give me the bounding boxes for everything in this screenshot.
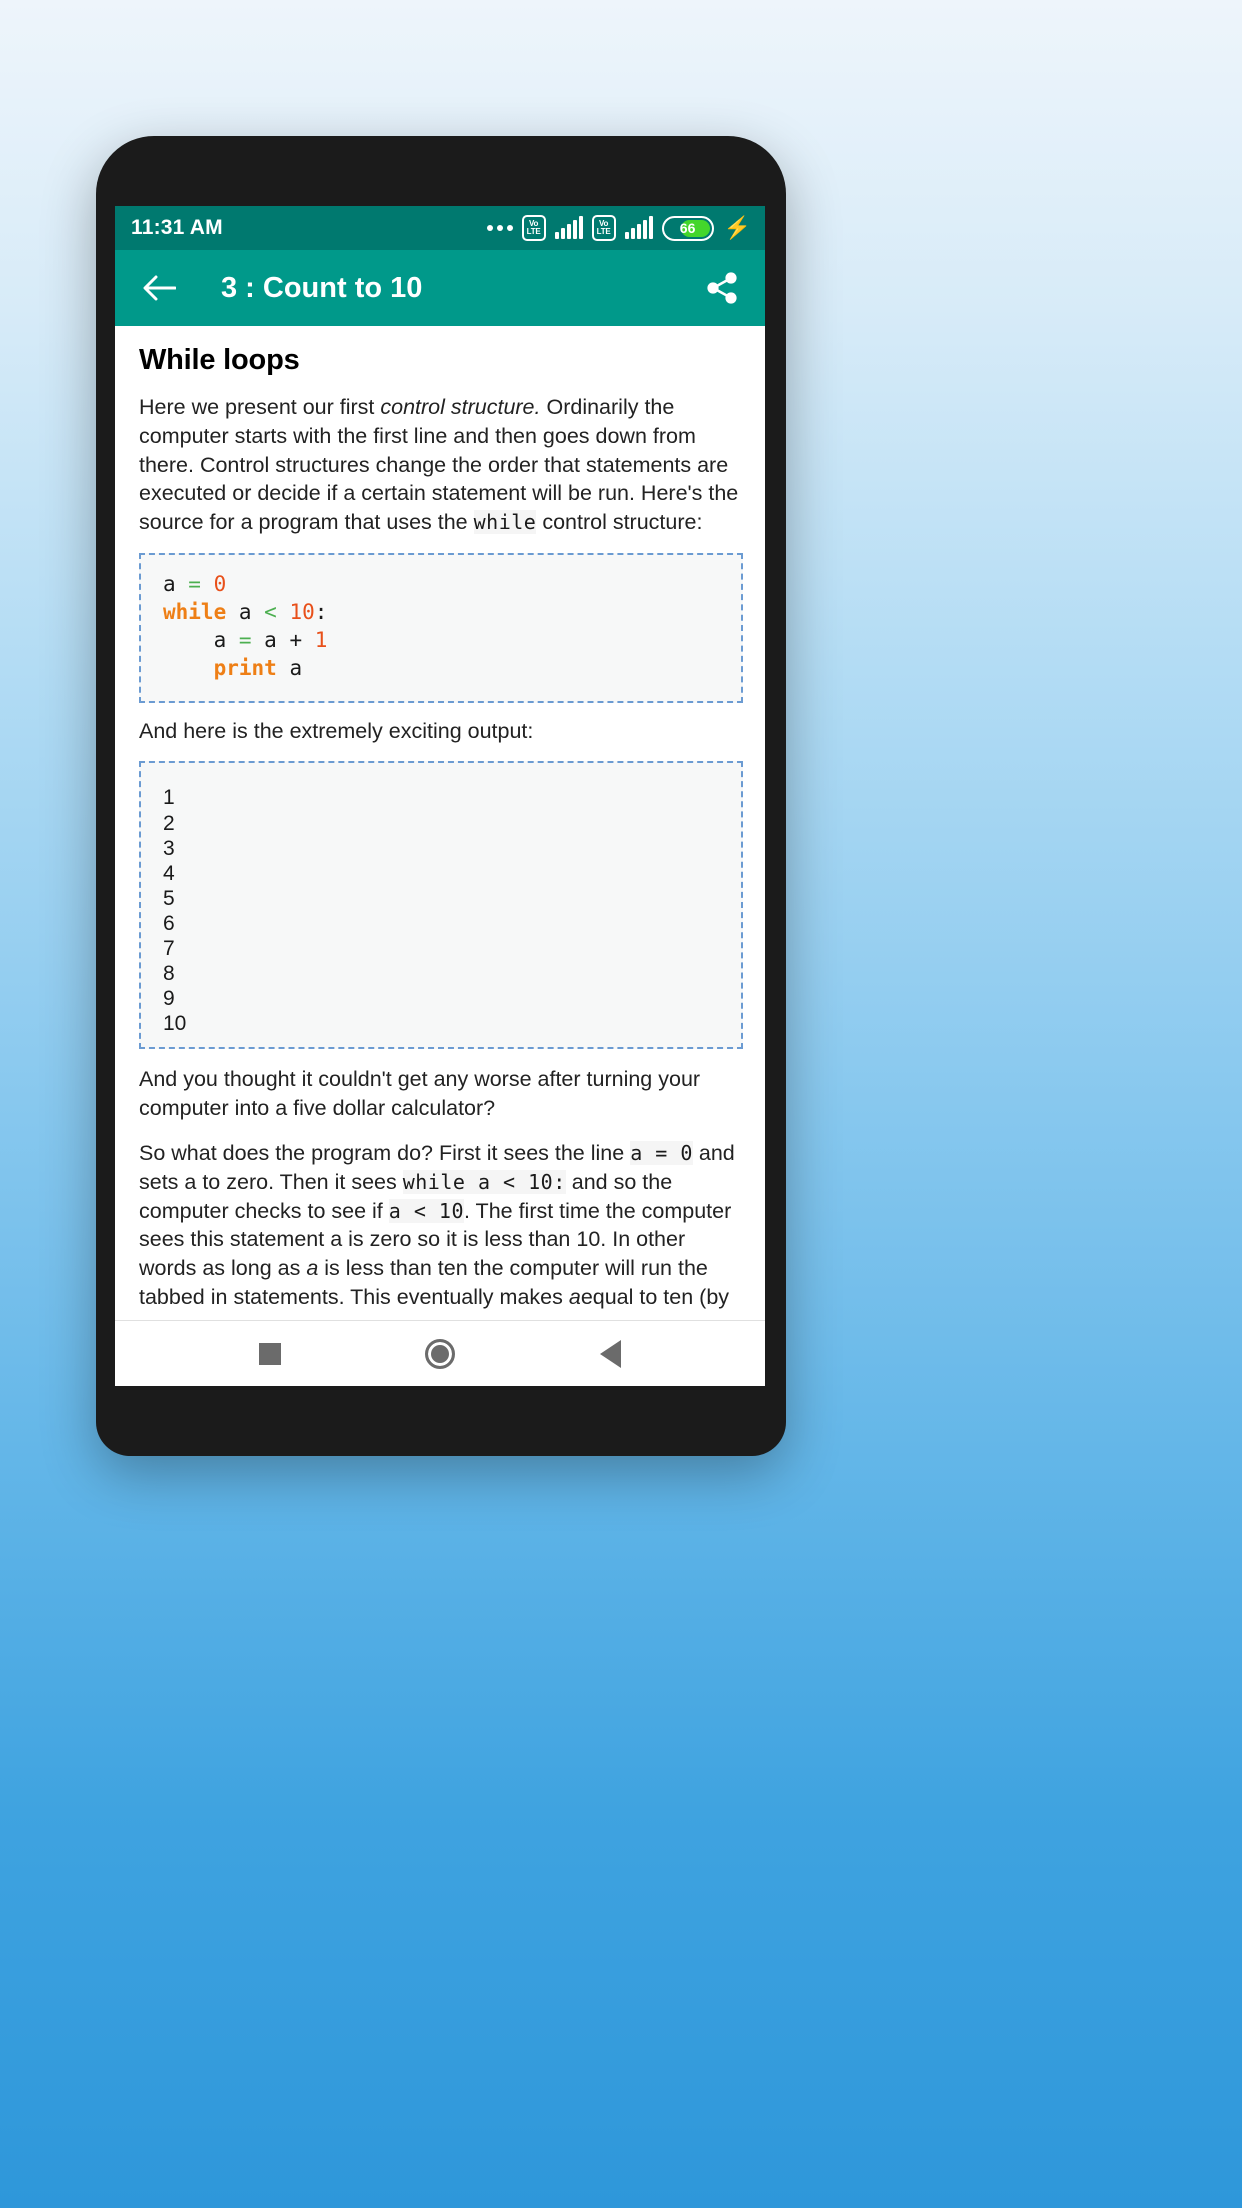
source-code-block: a = 0 while a < 10: a = a + 1 print a — [139, 552, 743, 703]
intro-emphasis: control structure. — [380, 395, 541, 419]
code-token: a — [163, 571, 189, 596]
status-bar: 11:31 AM Vo LTE Vo LTE 66 ⚡ — [115, 206, 765, 250]
code-token: print — [213, 655, 277, 680]
intro-text-3: control structure: — [536, 510, 703, 535]
explain-text-1: So what does the program do? First it se… — [139, 1141, 631, 1166]
intro-paragraph: Here we present our first control struct… — [139, 393, 743, 537]
charging-bolt-icon: ⚡ — [723, 215, 751, 240]
code-token: : — [314, 599, 328, 624]
source-code-text: a = 0 while a < 10: a = a + 1 print a — [163, 571, 741, 683]
inline-code-while-a-lt-10-colon: while a < 10: — [402, 1169, 566, 1194]
explain-emphasis-2: a — [568, 1285, 581, 1310]
more-dots-icon — [486, 225, 513, 231]
status-icons-group: Vo LTE Vo LTE 66 ⚡ — [486, 215, 751, 241]
code-token: 1 — [314, 627, 328, 652]
status-clock: 11:31 AM — [131, 216, 223, 239]
volte-icon-2: Vo LTE — [591, 215, 616, 241]
explanation-paragraph: So what does the program do? First it se… — [139, 1139, 743, 1320]
app-bar: 3 : Count to 10 — [115, 250, 765, 326]
section-heading: While loops — [139, 344, 300, 376]
code-token: 0 — [213, 571, 227, 596]
code-token: while — [163, 599, 227, 624]
battery-level-label: 66 — [679, 220, 696, 236]
explain-emphasis-1: a — [306, 1256, 319, 1281]
code-token: a + — [264, 627, 315, 652]
code-token: = — [188, 571, 214, 596]
intro-text-1: Here we present our first — [139, 395, 381, 419]
code-token: a — [163, 627, 239, 652]
inline-code-a-eq-0: a = 0 — [630, 1141, 693, 1166]
triangle-back-icon[interactable] — [575, 1329, 645, 1379]
arrow-left-icon[interactable] — [139, 268, 179, 308]
code-token: < — [264, 599, 290, 624]
signal-bars-icon — [554, 216, 583, 239]
share-icon[interactable] — [701, 267, 743, 309]
circle-home-icon[interactable] — [405, 1329, 475, 1379]
inline-code-a-lt-10: a < 10 — [388, 1198, 464, 1223]
code-token: a — [226, 599, 265, 624]
output-label-paragraph: And here is the extremely exciting outpu… — [139, 718, 534, 743]
battery-icon: 66 — [661, 215, 714, 241]
code-token: = — [238, 627, 265, 652]
phone-screen: 11:31 AM Vo LTE Vo LTE 66 ⚡ 3: Count to… — [115, 206, 765, 1386]
article-content[interactable]: While loops Here we present our first co… — [115, 326, 765, 1320]
volte-bottom-label: LTE — [526, 227, 541, 236]
phone-device-frame: 11:31 AM Vo LTE Vo LTE 66 ⚡ 3: Count to… — [96, 136, 786, 1456]
android-navigation-bar — [115, 1320, 765, 1386]
volte-bottom-label-2: LTE — [596, 227, 611, 236]
page-title: 3 : Count to 10 — [221, 271, 423, 304]
program-output-block: 1 2 3 4 5 6 7 8 9 10 — [139, 761, 743, 1050]
code-token: 10 — [289, 599, 315, 624]
square-recents-icon[interactable] — [235, 1329, 305, 1379]
code-token: a — [276, 655, 303, 680]
inline-code-while: while — [473, 510, 537, 535]
signal-bars-icon-2 — [624, 216, 653, 239]
program-output-text: 1 2 3 4 5 6 7 8 9 10 — [163, 786, 187, 1036]
worse-paragraph: And you thought it couldn't get any wors… — [139, 1067, 701, 1121]
volte-icon: Vo LTE — [521, 215, 546, 241]
content-bottom-cutoff — [115, 1310, 765, 1320]
